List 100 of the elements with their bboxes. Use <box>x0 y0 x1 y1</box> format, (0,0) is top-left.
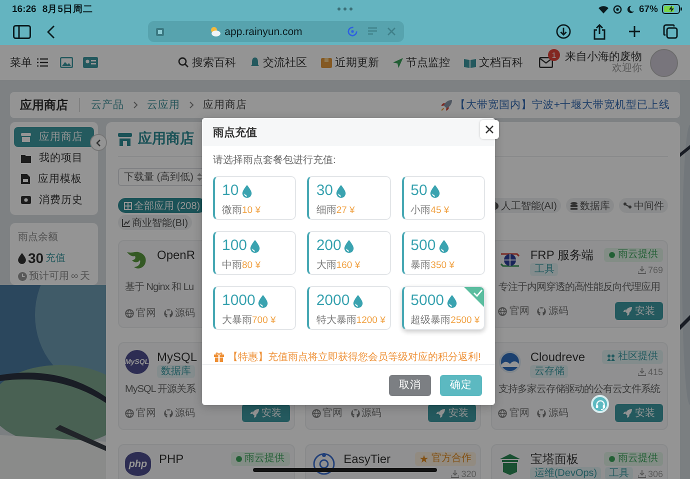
source-link[interactable]: 源码 <box>164 306 195 320</box>
close-button[interactable] <box>480 120 499 139</box>
nav-link[interactable]: 节点监控 <box>393 55 450 70</box>
share-icon[interactable] <box>593 24 606 40</box>
filter-chip[interactable]: 中间件 <box>619 198 668 213</box>
selected-corner-icon <box>464 287 484 307</box>
battery-icon <box>662 4 682 14</box>
nav-link[interactable]: 交流社区 <box>250 55 307 70</box>
app-description: 专注于内网穿透的高性能反向代理应用 <box>498 282 661 294</box>
breadcrumb-link[interactable]: 云应用 <box>147 98 180 112</box>
filter-chip[interactable]: 数据库 <box>566 198 614 213</box>
badge-label: 社区提供 <box>618 351 658 363</box>
app-name: PHP <box>159 452 184 466</box>
menu-button[interactable]: 菜单 <box>10 55 48 70</box>
package-card[interactable]: 10 微雨10 ¥ <box>213 176 296 220</box>
package-card[interactable]: 2000 特大暴雨1200 ¥ <box>307 286 391 330</box>
dot-icon <box>236 456 242 462</box>
app-name: MySQL <box>157 350 198 364</box>
nav-link[interactable]: 搜索百科 <box>178 55 236 70</box>
package-card[interactable]: 100 中雨80 ¥ <box>213 231 296 275</box>
drop-icon <box>258 294 268 308</box>
download-count: 320 <box>461 469 476 479</box>
wifi-icon <box>598 4 609 14</box>
breadcrumb-link[interactable]: 云产品 <box>91 98 124 112</box>
app-tag: 运维(DevOps) <box>530 467 602 479</box>
globe-icon <box>498 408 508 418</box>
plus-icon[interactable] <box>628 25 641 38</box>
sidebar-item[interactable]: 应用模板 <box>14 169 94 189</box>
download-icon <box>638 266 646 274</box>
drop-icon <box>344 240 354 252</box>
package-price: 27 ¥ <box>336 205 355 216</box>
drop-icon <box>336 184 346 198</box>
image-icon[interactable] <box>60 57 73 68</box>
website-link[interactable]: 官网 <box>498 406 530 420</box>
website-link[interactable]: 官网 <box>125 306 156 320</box>
badge-label: 雨云提供 <box>244 453 285 465</box>
package-price: 10 ¥ <box>242 205 260 216</box>
sidebar-item[interactable]: 消费历史 <box>14 190 94 210</box>
package-card[interactable]: 500 暴雨350 ¥ <box>402 231 485 275</box>
website-link[interactable]: 官网 <box>498 304 530 318</box>
cancel-button[interactable]: 取消 <box>389 374 431 396</box>
folder-icon <box>21 154 31 162</box>
sidebar-item[interactable]: 应用商店 <box>14 127 94 147</box>
sidebar-item[interactable]: 我的项目 <box>14 148 94 168</box>
source-link[interactable]: 源码 <box>350 406 382 420</box>
file-icon <box>21 174 30 184</box>
announcement-link[interactable]: 【大带宽国内】宁波+十堰大带宽机型已上线 <box>454 98 670 112</box>
tabs-icon[interactable] <box>663 24 678 39</box>
back-icon[interactable] <box>47 24 55 38</box>
install-button[interactable]: 安装 <box>615 404 663 422</box>
package-card[interactable]: 1000 大暴雨700 ¥ <box>213 286 296 330</box>
filter-chip[interactable]: 商业智能(BI) <box>118 215 192 230</box>
package-name: 大暴雨 <box>222 314 252 327</box>
moon-icon <box>626 4 635 14</box>
logo-text: php <box>128 458 148 470</box>
mail-icon[interactable] <box>539 57 553 68</box>
book-icon <box>464 58 476 68</box>
package-name: 超级暴雨 <box>410 314 451 327</box>
source-link[interactable]: 源码 <box>164 406 195 420</box>
download-icon[interactable] <box>556 24 571 39</box>
website-link[interactable]: 官网 <box>125 406 156 420</box>
website-link[interactable]: 官网 <box>312 406 343 420</box>
recharge-link[interactable]: 充值 <box>46 251 66 265</box>
package-card[interactable]: 200 大雨160 ¥ <box>307 231 391 275</box>
promo-text: 【特惠】充值雨点将立即获得您会员等级对应的积分返利! <box>228 350 481 364</box>
package-card[interactable]: 30 细雨27 ¥ <box>307 176 391 220</box>
drop-icon <box>18 252 26 264</box>
package-price: 700 ¥ <box>252 315 276 326</box>
arrow-icon <box>393 58 403 68</box>
package-amount: 200 <box>316 237 342 255</box>
notification-badge: 1 <box>548 49 560 61</box>
estimate-unit: 天 <box>80 270 90 283</box>
nav-link[interactable]: 近期更新 <box>321 55 379 70</box>
package-name: 特大暴雨 <box>316 314 356 327</box>
nav-link[interactable]: 文档百科 <box>464 55 523 70</box>
chevron-right-icon <box>189 101 194 109</box>
bell-icon <box>250 57 260 68</box>
install-button[interactable]: 安装 <box>615 302 663 320</box>
app-name: EasyTier <box>344 452 391 466</box>
package-card[interactable]: 5000 超级暴雨2500 ¥ <box>402 286 485 330</box>
package-amount: 30 <box>316 182 334 200</box>
chevron-left-icon <box>96 138 101 146</box>
source-link[interactable]: 源码 <box>537 406 568 420</box>
gift-icon <box>214 352 224 362</box>
dialog-prompt: 请选择雨点套餐包进行充值: <box>213 154 337 168</box>
package-amount: 1000 <box>222 292 256 310</box>
confirm-button[interactable]: 确定 <box>440 374 482 396</box>
id-card-icon[interactable] <box>83 57 98 68</box>
source-link[interactable]: 源码 <box>537 304 568 318</box>
box-icon <box>321 58 332 68</box>
install-button[interactable]: 安装 <box>428 404 476 422</box>
install-button[interactable]: 安装 <box>242 404 290 422</box>
badge-label: 雨云提供 <box>618 249 658 261</box>
store-icon <box>21 132 31 142</box>
app-name: Cloudreve <box>530 350 586 364</box>
package-name: 小雨 <box>410 204 431 217</box>
globe-icon <box>125 408 134 418</box>
package-card[interactable]: 50 小雨45 ¥ <box>402 176 485 220</box>
cat-icon <box>164 408 173 418</box>
sidebar-icon[interactable] <box>13 24 31 38</box>
